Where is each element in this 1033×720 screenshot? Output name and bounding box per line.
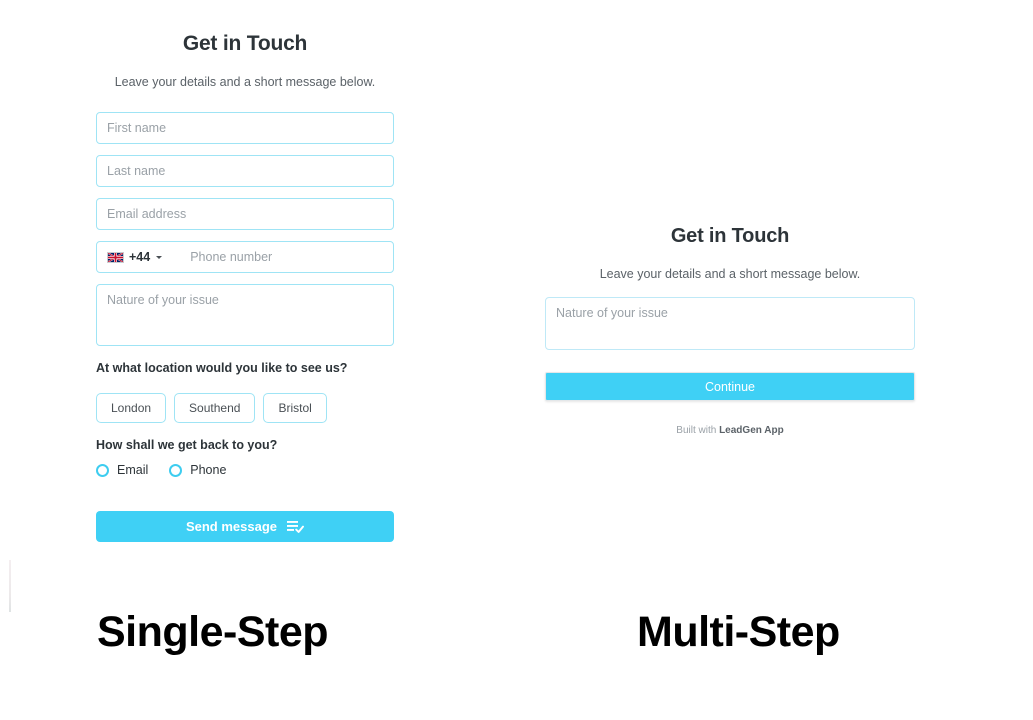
uk-flag-icon: [107, 251, 124, 263]
location-option-southend[interactable]: Southend: [174, 393, 256, 423]
location-option-bristol[interactable]: Bristol: [263, 393, 327, 423]
continue-label: Continue: [704, 379, 756, 394]
phone-placeholder: Phone number: [190, 250, 273, 264]
built-with-brand: LeadGen App: [719, 425, 784, 436]
location-question-label: At what location would you like to see u…: [96, 361, 348, 375]
multi-step-form: Get in Touch Leave your details and a sh…: [545, 222, 915, 436]
location-option-label: London: [111, 401, 152, 415]
country-dial-code: +44: [129, 250, 151, 264]
page-title: Get in Touch: [182, 32, 308, 55]
form-subtitle: Leave your details and a short message b…: [114, 75, 376, 89]
location-option-label: Southend: [189, 401, 241, 415]
phone-input[interactable]: +44 Phone number: [96, 241, 394, 273]
contact-radio-label: Phone: [190, 463, 227, 477]
last-name-placeholder: Last name: [107, 164, 166, 178]
email-placeholder: Email address: [107, 207, 187, 221]
list-check-icon: [287, 520, 304, 533]
contact-radio-email[interactable]: Email: [96, 463, 148, 477]
last-name-input[interactable]: Last name: [96, 155, 394, 187]
location-option-label: Bristol: [278, 401, 312, 415]
radio-circle-icon: [96, 463, 109, 477]
message-textarea[interactable]: Nature of your issue: [545, 297, 915, 350]
first-name-placeholder: First name: [107, 121, 167, 135]
contact-question-label: How shall we get back to you?: [96, 438, 278, 452]
send-message-button[interactable]: Send message: [96, 511, 394, 542]
radio-circle-icon: [169, 463, 183, 477]
built-with-footer: Built with LeadGen App: [545, 425, 915, 436]
location-option-london[interactable]: London: [96, 393, 167, 423]
caption-single-step: Single-Step: [97, 608, 329, 656]
country-code-selector[interactable]: +44: [97, 242, 170, 272]
continue-button[interactable]: Continue: [545, 372, 915, 401]
first-name-input[interactable]: First name: [96, 112, 394, 144]
location-choice-group: London Southend Bristol: [96, 393, 394, 423]
contact-radio-phone[interactable]: Phone: [169, 463, 226, 477]
page-title: Get in Touch: [670, 225, 790, 247]
caption-multi-step: Multi-Step: [637, 608, 840, 656]
contact-radio-group: Email Phone: [96, 463, 394, 477]
message-textarea[interactable]: Nature of your issue: [96, 284, 394, 346]
chevron-down-icon: [156, 255, 163, 259]
edge-artifact: [9, 560, 11, 612]
form-subtitle: Leave your details and a short message b…: [599, 267, 861, 281]
email-input[interactable]: Email address: [96, 198, 394, 230]
message-placeholder: Nature of your issue: [107, 293, 219, 307]
contact-radio-label: Email: [117, 463, 149, 477]
built-with-prefix: Built with: [676, 425, 720, 436]
comparison-stage: Get in Touch Leave your details and a sh…: [0, 0, 1033, 720]
send-message-label: Send message: [185, 519, 278, 534]
single-step-form: Get in Touch Leave your details and a sh…: [96, 30, 394, 542]
message-placeholder: Nature of your issue: [556, 306, 668, 320]
